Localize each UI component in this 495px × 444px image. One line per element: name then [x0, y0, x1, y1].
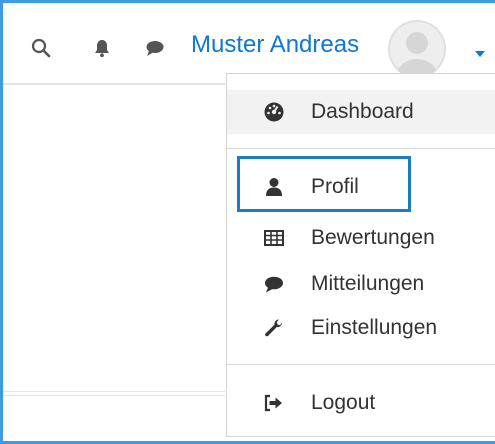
menu-item-profil[interactable]: Profil — [227, 165, 495, 209]
menu-item-label: Einstellungen — [311, 316, 438, 339]
logout-icon — [263, 392, 285, 414]
chat-icon[interactable] — [144, 37, 166, 59]
page-content-area — [3, 84, 225, 392]
menu-item-label: Logout — [311, 391, 376, 414]
menu-item-label: Dashboard — [311, 100, 414, 123]
bell-icon[interactable] — [91, 37, 113, 59]
user-name[interactable]: Muster Andreas — [191, 31, 359, 59]
search-icon[interactable] — [30, 37, 52, 59]
avatar[interactable] — [388, 20, 446, 78]
user-menu-dropdown: Dashboard Profil Bewertungen Mitteilunge… — [226, 73, 495, 437]
navbar: Muster Andreas — [3, 3, 495, 84]
menu-item-label: Mitteilungen — [311, 272, 425, 295]
menu-item-logout[interactable]: Logout — [227, 381, 495, 425]
menu-item-label: Profil — [311, 175, 359, 198]
content-divider — [3, 395, 225, 396]
menu-item-label: Bewertungen — [311, 226, 435, 249]
wrench-icon — [263, 317, 285, 339]
menu-item-dashboard[interactable]: Dashboard — [227, 90, 495, 134]
chat-icon — [263, 273, 285, 295]
menu-item-einstellungen[interactable]: Einstellungen — [227, 306, 495, 350]
menu-divider — [227, 364, 495, 365]
menu-item-bewertungen[interactable]: Bewertungen — [227, 216, 495, 260]
user-icon — [263, 176, 285, 198]
menu-divider — [227, 148, 495, 149]
menu-item-mitteilungen[interactable]: Mitteilungen — [227, 262, 495, 306]
caret-down-icon[interactable] — [474, 45, 486, 63]
table-icon — [263, 227, 285, 249]
dashboard-icon — [263, 101, 285, 123]
